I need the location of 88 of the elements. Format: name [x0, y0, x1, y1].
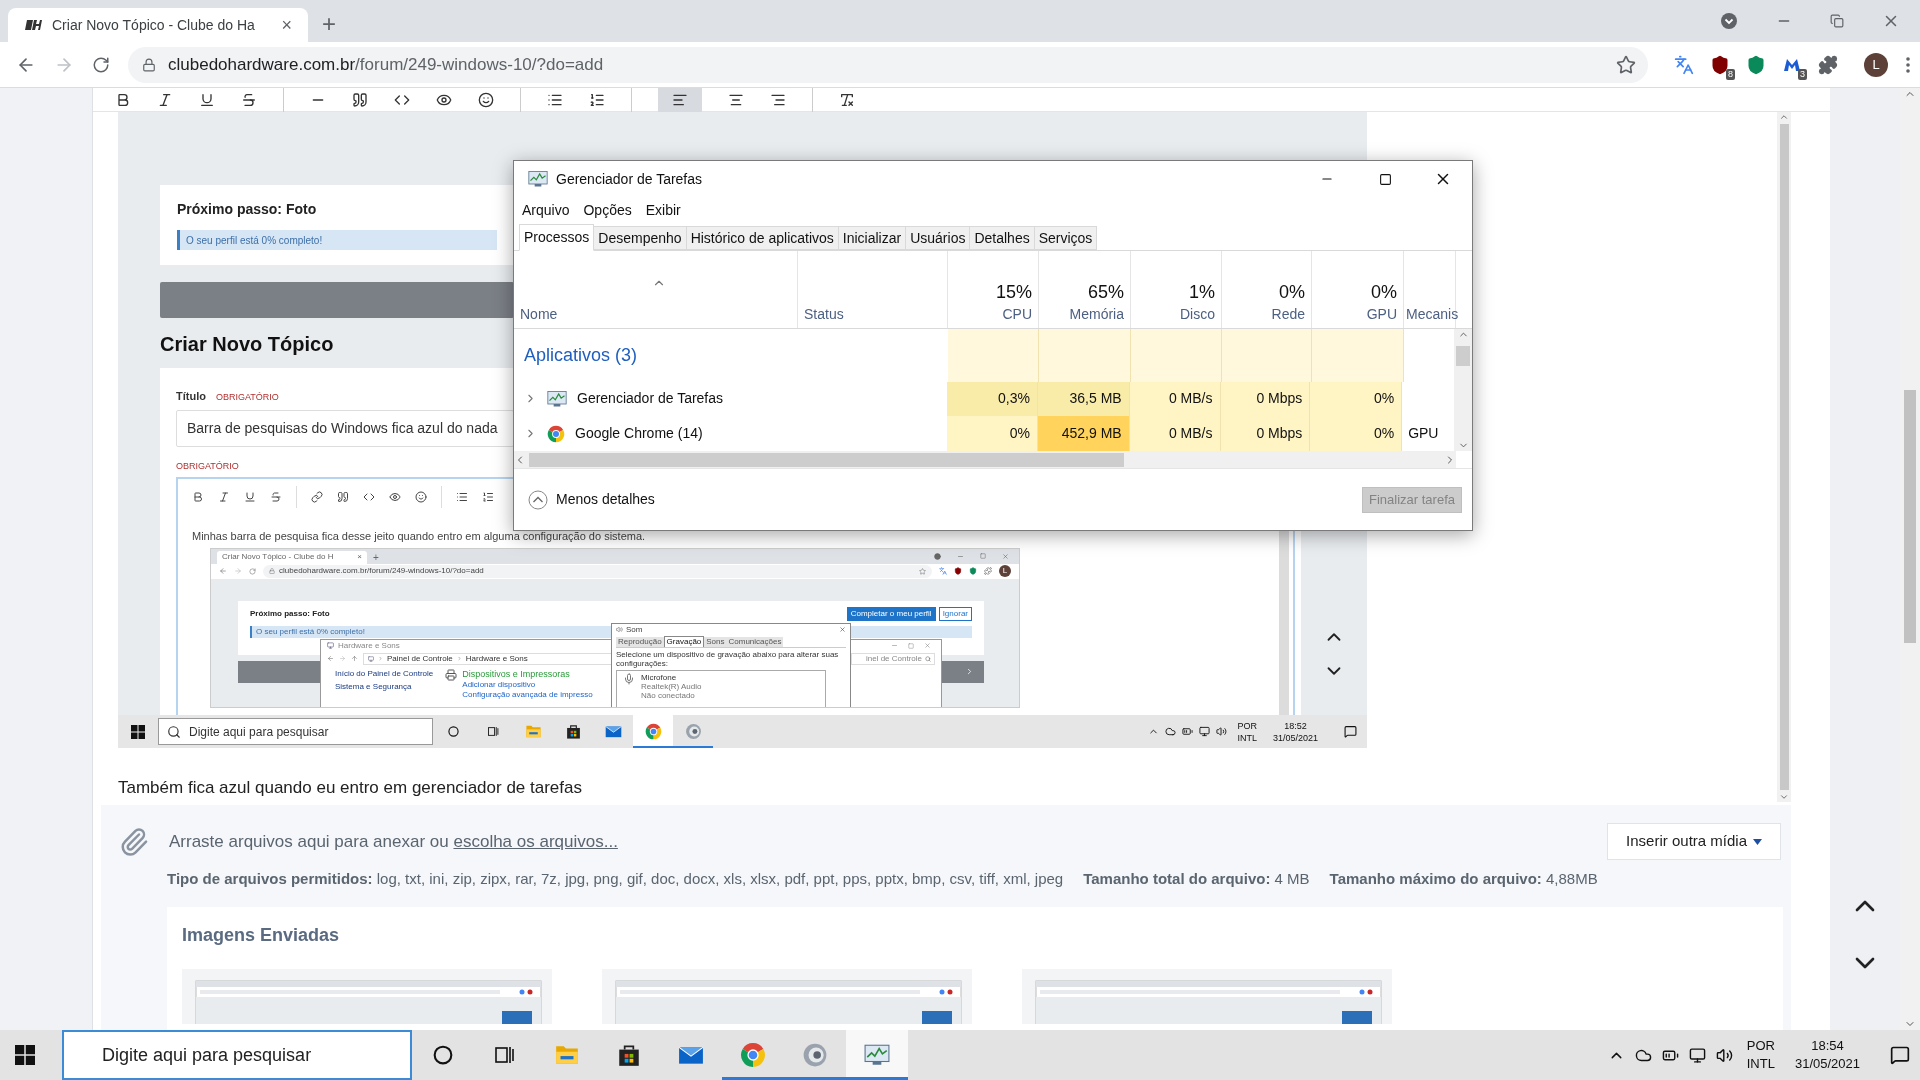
close-mark: ×	[357, 553, 362, 561]
progress-bar: O seu perfil está 0% completo!	[177, 230, 497, 250]
column-total: 15%	[995, 281, 1032, 304]
table-cell: 0%	[1310, 416, 1403, 451]
category-title: Dispositivos e Impressoras	[462, 668, 571, 680]
next-step-title: Próximo passo: Foto	[177, 200, 317, 219]
tab-title: Criar Novo Tópico - Clube do Ha	[52, 15, 256, 35]
plus-mark: +	[373, 550, 379, 564]
less-details-link[interactable]: Menos detalhes	[556, 489, 655, 510]
menu-item[interactable]: Exibir	[645, 199, 681, 221]
dialog-tab[interactable]: Gravação	[663, 635, 705, 647]
window-title: Gerenciador de Tarefas	[556, 169, 703, 189]
tab-title: Criar Novo Tópico - Clube do H	[222, 552, 335, 562]
column-total: 0%	[1279, 281, 1305, 304]
dialog-tab[interactable]: Comunicações	[726, 636, 784, 647]
language-indicator[interactable]: POR INTL	[1233, 719, 1261, 744]
tab[interactable]: Usuários	[905, 226, 971, 250]
column-header[interactable]: Nome	[520, 304, 797, 324]
column-header[interactable]: GPU	[1366, 304, 1397, 324]
table-cell: 0 Mbps	[1220, 381, 1311, 417]
tab[interactable]: Serviços	[1033, 226, 1098, 250]
instruction-text: Selecione um dispositivo de gravação abaixo para alterar suas configurações:	[616, 649, 840, 668]
column-header[interactable]: Memória	[1069, 304, 1124, 324]
menu-item[interactable]: Opções	[583, 199, 632, 221]
dialog-tab[interactable]: Sons	[704, 636, 727, 647]
tab[interactable]: Histórico de aplicativos	[685, 226, 839, 250]
table-cell: 36,5 MB	[1037, 381, 1130, 417]
breadcrumb-item: Painel de Controle	[387, 653, 453, 664]
section-title: Imagens Enviadas	[182, 923, 340, 947]
max-size: Tamanho máximo do arquivo: 4,88MB	[1329, 869, 1598, 889]
table-cell: 0%	[947, 416, 1038, 451]
clock[interactable]: 18:54 31/05/2021	[1788, 1037, 1866, 1073]
tab-close-button[interactable]: ×	[281, 16, 292, 34]
table-cell-text: GPU	[1408, 424, 1439, 444]
clock[interactable]: 18:52 31/05/2021	[1266, 719, 1324, 744]
tab[interactable]: Inicializar	[837, 226, 907, 250]
table-cell: 0 MB/s	[1129, 416, 1221, 451]
badge: 8	[1726, 68, 1735, 80]
column-total: 65%	[1087, 281, 1124, 304]
column-header[interactable]: Mecanis	[1406, 304, 1459, 324]
badge: 3	[1798, 68, 1807, 80]
process-row[interactable]: Gerenciador de Tarefas	[514, 381, 798, 417]
editor-text: Minhas barra de pesquisa fica desse jeito quando entro em alguma configuração do sistema.	[192, 529, 646, 544]
column-header[interactable]: CPU	[1002, 304, 1032, 324]
browser-tab[interactable]: Criar Novo Tópico - Clube do Ha ×	[8, 8, 308, 42]
title-field[interactable]: Barra de pesquisas do Windows fica azul do nada	[176, 409, 514, 447]
allowed-file-types: Tipo de arquivos permitidos: log, txt, ini, zip, zipx, rar, 7z, jpg, png, gif, doc, docx, xls, xlsx, pdf, ppt, pps, pptx, bmp, csv, tiff, xml, jpeg	[167, 869, 1064, 889]
required-tag: OBRIGATÓRIO	[215, 391, 279, 405]
column-header[interactable]: Disco	[1180, 304, 1215, 324]
menu-item[interactable]: Arquivo	[522, 199, 570, 221]
device-driver: Realtek(R) Audio	[641, 681, 702, 691]
window-title: Hardware e Sons	[338, 640, 400, 651]
profile-avatar: L	[999, 565, 1011, 577]
column-header[interactable]: Status	[804, 304, 947, 324]
insert-media-button[interactable]: Inserir outra mídia	[1607, 823, 1781, 860]
tab[interactable]: Processos	[519, 224, 595, 251]
breadcrumb-item: Hardware e Sons	[465, 653, 528, 664]
next-step-title: Próximo passo: Foto	[250, 607, 331, 620]
tab[interactable]: Desempenho	[593, 226, 687, 250]
page-heading: Criar Novo Tópico	[160, 332, 334, 357]
choose-files-link[interactable]: escolha os arquivos...	[453, 831, 618, 851]
column-total: 1%	[1189, 281, 1215, 304]
group-header[interactable]: Aplicativos (3)	[524, 341, 638, 369]
required-tag: OBRIGATÓRIO	[176, 459, 239, 473]
language-indicator[interactable]: POR INTL	[1742, 1037, 1779, 1073]
field-label: Título	[176, 389, 206, 404]
device-status: Não conectado	[641, 690, 696, 700]
profile-avatar[interactable]: L	[1864, 52, 1888, 77]
column-header[interactable]: Rede	[1271, 304, 1305, 324]
table-cell: 0%	[1310, 381, 1403, 417]
process-row[interactable]: Google Chrome (14)	[514, 416, 798, 451]
address-bar[interactable]: clubedohardware.com.br/forum/249-windows-10/?do=add	[128, 46, 1648, 83]
table-cell: 452,9 MB	[1037, 416, 1130, 451]
new-tab-button[interactable]: +	[322, 12, 336, 36]
dialog-tab[interactable]: Reprodução	[616, 636, 664, 647]
taskbar-search-field[interactable]: Digite aqui para pesquisar	[62, 1030, 412, 1080]
editor-text: Também fica azul quando eu entro em gerenciador de tarefas	[118, 777, 582, 799]
url-text: clubedohardware.com.br/forum/249-windows-10/?do=add	[168, 53, 605, 76]
table-cell: 0 MB/s	[1129, 381, 1221, 417]
taskbar-search-field[interactable]: Digite aqui para pesquisar	[158, 718, 433, 745]
column-total: 0%	[1371, 281, 1397, 304]
device-name: Microfone	[641, 672, 678, 682]
table-cell: 0 Mbps	[1220, 416, 1311, 451]
tab[interactable]: Detalhes	[969, 226, 1035, 250]
total-size: Tamanho total do arquivo: 4 MB	[1083, 869, 1310, 889]
table-cell: 0,3%	[947, 381, 1038, 417]
url-text: clubedohardware.com.br/forum/249-windows-10/?do=add	[279, 566, 485, 576]
drop-instructions: Arraste arquivos aqui para anexar ou escolha os arquivos...	[169, 830, 618, 853]
